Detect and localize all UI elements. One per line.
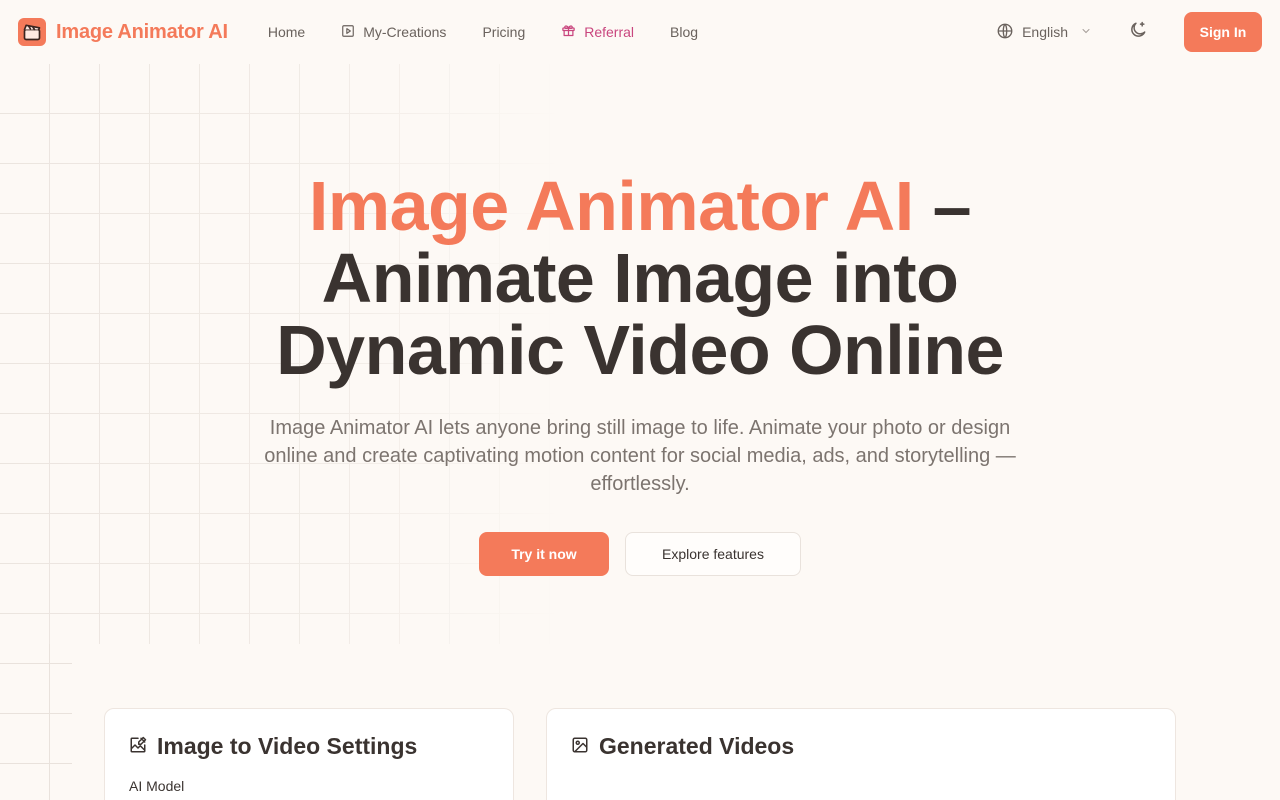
generated-videos-title-text: Generated Videos xyxy=(599,733,795,759)
hero-actions: Try it now Explore features xyxy=(0,532,1280,576)
image-icon xyxy=(571,733,589,760)
nav-my-creations-label: My-Creations xyxy=(363,24,447,40)
nav-referral[interactable]: Referral xyxy=(561,23,634,41)
nav-pricing-label: Pricing xyxy=(482,24,526,40)
try-it-now-button[interactable]: Try it now xyxy=(479,532,609,576)
header: Image Animator AI Home My-Creations Pric… xyxy=(0,0,1280,64)
explore-features-button[interactable]: Explore features xyxy=(625,532,801,576)
language-label: English xyxy=(1022,24,1068,40)
nav-home[interactable]: Home xyxy=(268,24,305,40)
settings-card-title: Image to Video Settings xyxy=(129,733,489,760)
generated-videos-title: Generated Videos xyxy=(571,733,1151,760)
gift-icon xyxy=(561,23,576,41)
nav-home-label: Home xyxy=(267,24,306,40)
nav-blog-label: Blog xyxy=(670,24,699,40)
logo-text: Image Animator AI xyxy=(56,20,228,43)
hero-title-accent: Image Animator AI xyxy=(308,167,914,245)
sign-in-button[interactable]: Sign In xyxy=(1184,12,1262,52)
main-nav: Home My-Creations Pricing Referral Blog xyxy=(268,23,698,41)
hero: Image Animator AI – Animate Image into D… xyxy=(0,170,1280,576)
nav-pricing[interactable]: Pricing xyxy=(482,24,525,40)
image-edit-icon xyxy=(129,733,147,760)
page: Image Animator AI Home My-Creations Pric… xyxy=(0,0,1280,800)
moon-icon xyxy=(1128,20,1148,45)
nav-my-creations[interactable]: My-Creations xyxy=(341,24,446,41)
chevron-down-icon xyxy=(1080,24,1092,40)
generated-videos-card: Generated Videos xyxy=(546,708,1176,800)
hero-title-line-2: Animate Image into xyxy=(321,239,959,317)
globe-icon xyxy=(996,22,1014,43)
hero-subtitle: Image Animator AI lets anyone bring stil… xyxy=(264,417,1016,495)
hero-title-line-3: Dynamic Video Online xyxy=(276,311,1004,389)
theme-toggle-button[interactable] xyxy=(1126,20,1150,44)
clapperboard-icon xyxy=(18,18,46,46)
hero-title-dash: – xyxy=(913,167,972,245)
nav-referral-label: Referral xyxy=(584,24,635,40)
hero-title: Image Animator AI – Animate Image into D… xyxy=(0,170,1280,386)
play-square-icon xyxy=(341,24,355,41)
ai-model-label: AI Model xyxy=(129,778,185,794)
header-actions: English Sign In xyxy=(996,12,1262,52)
logo[interactable]: Image Animator AI xyxy=(18,18,228,46)
nav-blog[interactable]: Blog xyxy=(670,24,698,40)
settings-card-title-text: Image to Video Settings xyxy=(157,733,418,759)
grid-background-lower xyxy=(0,644,72,800)
settings-card: Image to Video Settings AI Model xyxy=(104,708,514,800)
language-selector[interactable]: English xyxy=(996,22,1092,43)
